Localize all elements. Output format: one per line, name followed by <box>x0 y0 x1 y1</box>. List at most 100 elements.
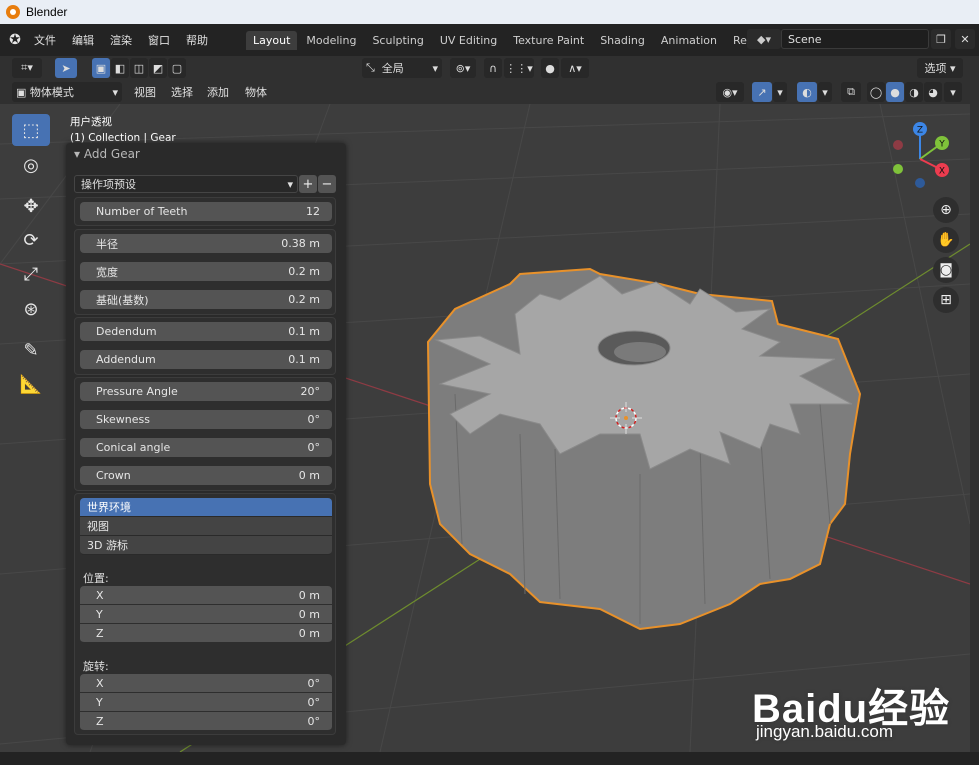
chevron-down-icon[interactable]: ▾ <box>944 82 962 102</box>
align-view-option[interactable]: 视图 <box>80 517 332 536</box>
menu-help[interactable]: 帮助 <box>186 32 208 48</box>
axis-label: X <box>96 676 104 690</box>
tab-texture-paint[interactable]: Texture Paint <box>506 31 591 50</box>
tab-shading[interactable]: Shading <box>593 31 652 50</box>
select-tool-icon[interactable]: ➤ <box>55 58 77 78</box>
scene-name-field[interactable]: Scene <box>781 29 929 49</box>
operator-preset-dropdown[interactable]: 操作项预设 ▾ <box>74 175 298 193</box>
snap-magnet-icon[interactable]: ∩ <box>484 58 502 78</box>
timeline-strip[interactable] <box>0 752 979 765</box>
ortho-grid-icon[interactable]: ⊞ <box>933 287 959 313</box>
object-mode-dropdown[interactable]: ▣ 物体模式 ▾ <box>12 82 122 102</box>
pivot-point-icon[interactable]: ⊚▾ <box>450 58 476 78</box>
annotate-tool-icon[interactable]: ✎ <box>12 334 50 366</box>
menu-window[interactable]: 窗口 <box>148 32 170 48</box>
remove-preset-button[interactable]: − <box>318 175 336 193</box>
skewness-field[interactable]: Skewness 0° <box>80 410 332 429</box>
rotation-x-field[interactable]: X 0° <box>80 674 332 693</box>
material-shading-icon[interactable]: ◑ <box>905 82 923 102</box>
blender-menu-icon[interactable]: ✪ <box>6 31 24 49</box>
rotate-tool-icon[interactable]: ⟳ <box>12 224 50 256</box>
zoom-icon[interactable]: ⊕ <box>933 197 959 223</box>
top-bar: ✪ 文件 编辑 渲染 窗口 帮助 Layout Modeling Sculpti… <box>0 24 979 56</box>
menu-render[interactable]: 渲染 <box>110 32 132 48</box>
proportional-edit-icon[interactable]: ● <box>541 58 559 78</box>
addendum-field[interactable]: Addendum 0.1 m <box>80 350 332 369</box>
scene-selector[interactable]: ◆▾ <box>747 29 781 49</box>
add-preset-button[interactable]: + <box>299 175 317 193</box>
align-world-option[interactable]: 世界环境 <box>80 498 332 517</box>
transform-orientation-dropdown[interactable]: ⤡ 全局 ▾ <box>362 58 442 78</box>
radius-field[interactable]: 半径 0.38 m <box>80 234 332 253</box>
options-dropdown[interactable]: 选项 ▾ <box>917 58 963 78</box>
field-label: Number of Teeth <box>96 205 188 218</box>
tab-sculpting[interactable]: Sculpting <box>365 31 430 50</box>
conical-angle-field[interactable]: Conical angle 0° <box>80 438 332 457</box>
select-mode-intersect-icon[interactable]: ▢ <box>168 58 186 78</box>
base-field[interactable]: 基础(基数) 0.2 m <box>80 290 332 309</box>
teeth-group: Number of Teeth 12 <box>74 197 336 226</box>
navigation-gizmo: Z Y X <box>893 122 949 188</box>
field-value: 0.1 m <box>288 325 320 338</box>
location-x-field[interactable]: X 0 m <box>80 586 332 605</box>
tab-animation[interactable]: Animation <box>654 31 724 50</box>
dedendum-field[interactable]: Dedendum 0.1 m <box>80 322 332 341</box>
transform-tool-icon[interactable]: ⊛ <box>12 293 50 325</box>
menu-edit[interactable]: 编辑 <box>72 32 94 48</box>
tab-modeling[interactable]: Modeling <box>299 31 363 50</box>
gizmo-toggle-icon[interactable]: ↗ <box>752 82 772 102</box>
field-label: 半径 <box>96 237 118 251</box>
transform-pivot-icon[interactable]: ⌗▾ <box>12 58 42 78</box>
new-scene-icon[interactable]: ❐ <box>931 29 951 49</box>
panel-title: Add Gear <box>83 147 140 161</box>
cursor-tool-icon[interactable]: ◎ <box>12 149 50 181</box>
gizmo-x-label: X <box>939 167 945 177</box>
solid-shading-icon[interactable]: ● <box>886 82 904 102</box>
panel-header[interactable]: ▾ Add Gear <box>74 147 140 161</box>
field-value: 0.1 m <box>288 353 320 366</box>
camera-view-icon[interactable]: ◙ <box>933 257 959 283</box>
measure-tool-icon[interactable]: 📐 <box>12 368 50 400</box>
menu-file[interactable]: 文件 <box>34 32 56 48</box>
select-mode-extend-icon[interactable]: ◧ <box>111 58 129 78</box>
align-3d-cursor-option[interactable]: 3D 游标 <box>80 536 332 555</box>
menu-add[interactable]: 添加 <box>207 84 229 100</box>
window-titlebar: Blender <box>0 0 979 24</box>
menu-object[interactable]: 物体 <box>245 84 267 100</box>
tab-uv-editing[interactable]: UV Editing <box>433 31 504 50</box>
xray-toggle-icon[interactable]: ⧉ <box>841 82 861 102</box>
preset-label: 操作项预设 <box>81 178 136 191</box>
scale-tool-icon[interactable]: ⤢ <box>12 258 50 290</box>
chevron-down-icon[interactable]: ▾ <box>818 82 832 102</box>
window-title: Blender <box>26 5 68 19</box>
number-of-teeth-field[interactable]: Number of Teeth 12 <box>80 202 332 221</box>
snap-target-icon[interactable]: ⋮⋮▾ <box>504 58 534 78</box>
options-label: 选项 <box>924 62 947 75</box>
select-mode-new-icon[interactable]: ▣ <box>92 58 110 78</box>
location-z-field[interactable]: Z 0 m <box>80 624 332 643</box>
overlays-toggle-icon[interactable]: ◐ <box>797 82 817 102</box>
move-tool-icon[interactable]: ✥ <box>12 190 50 222</box>
menu-view[interactable]: 视图 <box>134 84 156 100</box>
menu-select[interactable]: 选择 <box>171 84 193 100</box>
visibility-eye-icon[interactable]: ◉▾ <box>716 82 744 102</box>
crown-field[interactable]: Crown 0 m <box>80 466 332 485</box>
select-mode-subtract-icon[interactable]: ◫ <box>130 58 148 78</box>
wireframe-shading-icon[interactable]: ◯ <box>867 82 885 102</box>
delete-scene-icon[interactable]: ✕ <box>955 29 975 49</box>
field-label: 基础(基数) <box>96 293 149 307</box>
align-options: 世界环境 视图 3D 游标 <box>80 498 332 555</box>
falloff-curve-icon[interactable]: ∧▾ <box>561 58 589 78</box>
rotation-y-field[interactable]: Y 0° <box>80 693 332 712</box>
rotation-z-field[interactable]: Z 0° <box>80 712 332 731</box>
location-y-field[interactable]: Y 0 m <box>80 605 332 624</box>
rendered-shading-icon[interactable]: ◕ <box>924 82 942 102</box>
select-mode-invert-icon[interactable]: ◩ <box>149 58 167 78</box>
chevron-down-icon[interactable]: ▾ <box>773 82 787 102</box>
select-box-tool-icon[interactable]: ⬚ <box>12 114 50 146</box>
width-field[interactable]: 宽度 0.2 m <box>80 262 332 281</box>
pressure-angle-field[interactable]: Pressure Angle 20° <box>80 382 332 401</box>
pan-hand-icon[interactable]: ✋ <box>933 227 959 253</box>
tab-layout[interactable]: Layout <box>246 30 298 50</box>
field-value: 0° <box>307 441 321 454</box>
